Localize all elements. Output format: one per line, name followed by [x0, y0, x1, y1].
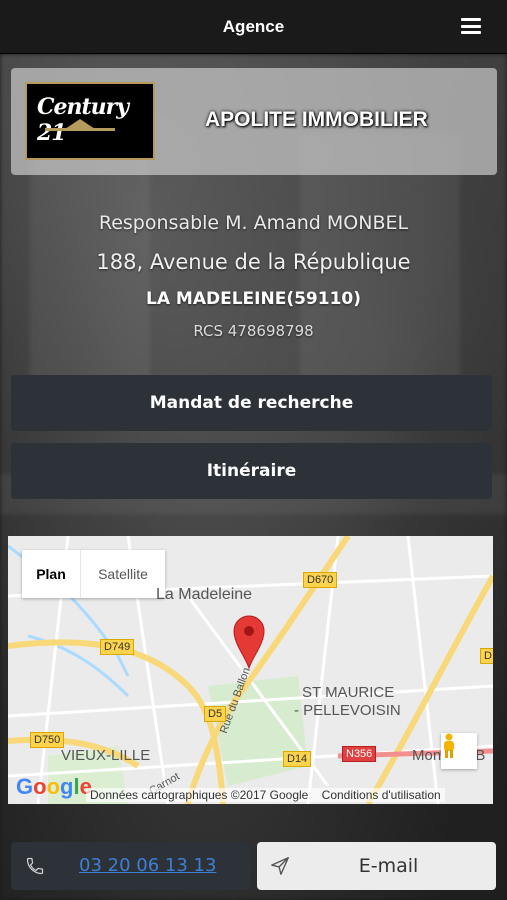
- road-badge-d670: D670: [303, 572, 338, 588]
- google-map[interactable]: Plan Satellite La Madeleine ST MAURICE -…: [8, 536, 493, 804]
- phone-icon: [26, 857, 44, 875]
- email-button[interactable]: E-mail: [257, 842, 496, 890]
- agency-responsable: Responsable M. Amand MONBEL: [98, 212, 409, 234]
- phone-number-link[interactable]: 03 20 06 13 13: [79, 855, 216, 876]
- hamburger-menu-icon[interactable]: [461, 18, 481, 34]
- email-label: E-mail: [358, 855, 419, 877]
- map-label-st-maurice: ST MAURICE: [302, 684, 395, 701]
- agency-name: APOLITE IMMOBILIER: [205, 108, 428, 131]
- road-badge-d5: D5: [204, 706, 227, 722]
- contact-bar: 03 20 06 13 13 E-mail: [0, 838, 507, 900]
- agency-city: LA MADELEINE(59110): [146, 289, 361, 309]
- map-label-vieux-lille: VIEUX-LILLE: [61, 747, 151, 764]
- map-terms-link[interactable]: Conditions d'utilisation: [322, 788, 441, 802]
- itineraire-button[interactable]: Itinéraire: [11, 443, 492, 499]
- map-label-la-madeleine: La Madeleine: [156, 586, 253, 603]
- agency-rcs: RCS 478698798: [193, 322, 314, 340]
- road-badge-d749: D749: [100, 639, 135, 655]
- mandat-de-recherche-button[interactable]: Mandat de recherche: [11, 375, 492, 431]
- century21-logo: Century 21: [25, 82, 155, 160]
- street-view-pegman-icon[interactable]: [441, 733, 477, 769]
- map-attribution: Données cartographiques ©2017 Google: [90, 788, 309, 802]
- road-badge-d-edge: D: [480, 648, 493, 664]
- top-bar: Agence: [0, 0, 507, 54]
- map-footer: Données cartographiques ©2017 Google Con…: [86, 788, 445, 802]
- page-title: Agence: [222, 16, 285, 36]
- road-badge-n356: N356: [342, 746, 377, 762]
- road-badge-d750: D750: [30, 732, 65, 748]
- phone-call-button[interactable]: 03 20 06 13 13: [11, 842, 250, 890]
- road-badge-d14: D14: [283, 751, 312, 767]
- google-logo[interactable]: Google: [16, 774, 92, 800]
- agency-header-card: Century 21 APOLITE IMMOBILIER: [11, 68, 497, 175]
- map-type-control: Plan Satellite: [22, 550, 165, 598]
- agency-address: 188, Avenue de la République: [96, 250, 411, 274]
- map-label-pellevoisin: - PELLEVOISIN: [294, 702, 401, 719]
- map-type-satellite[interactable]: Satellite: [81, 550, 165, 598]
- map-type-plan[interactable]: Plan: [22, 550, 81, 598]
